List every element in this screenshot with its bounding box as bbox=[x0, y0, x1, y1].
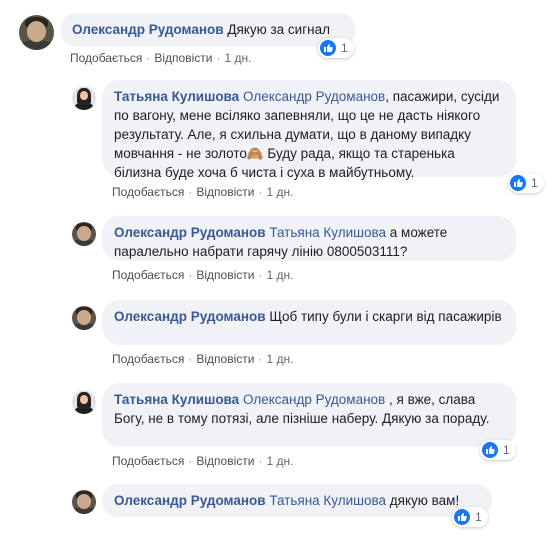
reply-link[interactable]: Відповісти bbox=[196, 454, 254, 468]
avatar[interactable] bbox=[72, 222, 96, 246]
separator: · bbox=[216, 51, 221, 65]
separator: · bbox=[258, 352, 263, 366]
like-link[interactable]: Подобається bbox=[112, 352, 184, 366]
comment-author[interactable]: Олександр Рудоманов bbox=[72, 22, 224, 37]
comment-actions: Подобається · Відповісти · 1 дн. bbox=[70, 51, 251, 65]
comment-time[interactable]: 1 дн. bbox=[224, 51, 251, 65]
comment-actions: Подобається · Відповісти · 1 дн. bbox=[112, 268, 293, 282]
comment-bubble: Татьяна Кулишова Олександр Рудоманов, па… bbox=[102, 80, 516, 180]
comment-time[interactable]: 1 дн. bbox=[266, 454, 293, 468]
separator: · bbox=[188, 454, 193, 468]
like-link[interactable]: Подобається bbox=[112, 185, 184, 199]
comment-text: Щоб типу були і скарги від пасажирів bbox=[269, 309, 502, 324]
comment-bubble: Олександр Рудоманов Щоб типу були і скар… bbox=[102, 300, 516, 345]
comment-author[interactable]: Олександр Рудоманов bbox=[114, 309, 266, 324]
comment-author[interactable]: Олександр Рудоманов bbox=[114, 225, 266, 240]
reaction-number: 1 bbox=[341, 41, 348, 55]
reaction-number: 1 bbox=[503, 443, 510, 457]
like-link[interactable]: Подобається bbox=[112, 268, 184, 282]
reaction-number: 1 bbox=[475, 510, 482, 524]
comment-text: Дякую за сигнал bbox=[227, 22, 330, 37]
comment-author[interactable]: Татьяна Кулишова bbox=[114, 89, 239, 104]
comment-text: дякую вам! bbox=[389, 493, 460, 508]
like-link[interactable]: Подобається bbox=[112, 454, 184, 468]
reply-link[interactable]: Відповісти bbox=[196, 352, 254, 366]
avatar[interactable] bbox=[72, 306, 96, 330]
avatar[interactable] bbox=[72, 86, 96, 110]
comment-actions: Подобається · Відповісти · 1 дн. bbox=[112, 185, 293, 199]
like-link[interactable]: Подобається bbox=[70, 51, 142, 65]
reply-link[interactable]: Відповісти bbox=[154, 51, 212, 65]
like-icon bbox=[510, 175, 526, 191]
comment-time[interactable]: 1 дн. bbox=[266, 352, 293, 366]
reply-link[interactable]: Відповісти bbox=[196, 185, 254, 199]
avatar[interactable] bbox=[72, 390, 96, 414]
comment-actions: Подобається · Відповісти · 1 дн. bbox=[112, 454, 293, 468]
comment-bubble: Олександр Рудоманов Дякую за сигнал bbox=[60, 13, 356, 47]
separator: · bbox=[258, 454, 263, 468]
comment-author[interactable]: Татьяна Кулишова bbox=[114, 392, 239, 407]
like-icon bbox=[482, 442, 498, 458]
avatar[interactable] bbox=[72, 490, 96, 514]
reaction-count[interactable]: 1 bbox=[508, 173, 544, 193]
comment-author[interactable]: Олександр Рудоманов bbox=[114, 493, 266, 508]
comment-time[interactable]: 1 дн. bbox=[266, 268, 293, 282]
separator: · bbox=[188, 185, 193, 199]
comment-time[interactable]: 1 дн. bbox=[266, 185, 293, 199]
like-icon bbox=[454, 509, 470, 525]
comment-mention[interactable]: Татьяна Кулишова bbox=[269, 225, 386, 240]
comment-mention[interactable]: Татьяна Кулишова bbox=[269, 493, 386, 508]
separator: · bbox=[258, 185, 263, 199]
comment-bubble: Олександр Рудоманов Татьяна Кулишова а м… bbox=[102, 216, 516, 261]
separator: · bbox=[258, 268, 263, 282]
comment-bubble: Олександр Рудоманов Татьяна Кулишова дяк… bbox=[102, 484, 492, 517]
reaction-count[interactable]: 1 bbox=[480, 440, 516, 460]
comment-actions: Подобається · Відповісти · 1 дн. bbox=[112, 352, 293, 366]
comment-bubble: Татьяна Кулишова Олександр Рудоманов , я… bbox=[102, 383, 516, 447]
avatar[interactable] bbox=[19, 15, 54, 50]
separator: · bbox=[188, 352, 193, 366]
comment-mention[interactable]: Олександр Рудоманов bbox=[243, 89, 385, 104]
separator: · bbox=[188, 268, 193, 282]
reply-link[interactable]: Відповісти bbox=[196, 268, 254, 282]
like-icon bbox=[320, 40, 336, 56]
separator: · bbox=[146, 51, 151, 65]
comment-mention[interactable]: Олександр Рудоманов bbox=[243, 392, 385, 407]
reaction-count[interactable]: 1 bbox=[452, 507, 488, 527]
reaction-count[interactable]: 1 bbox=[318, 38, 354, 58]
reaction-number: 1 bbox=[531, 176, 538, 190]
